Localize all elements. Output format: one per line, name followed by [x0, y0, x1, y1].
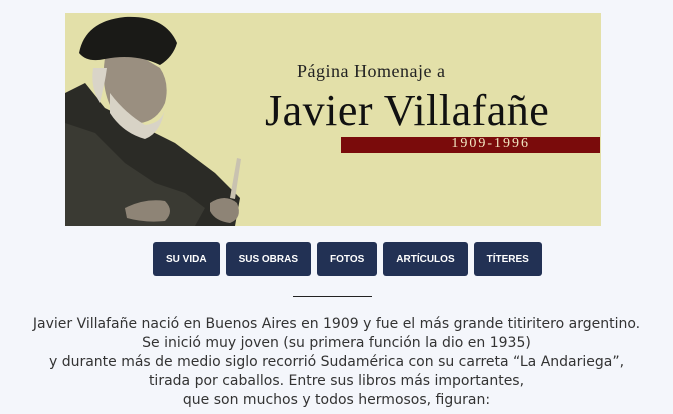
intro-line: Se inició muy joven (su primera función … — [142, 335, 531, 351]
nav-button-fotos[interactable]: FOTOS — [317, 242, 378, 276]
intro-line: y durante más de medio siglo recorrió Su… — [48, 354, 625, 370]
intro-line: que son muchos y todos hermosos, figuran… — [182, 392, 491, 408]
nav-button-titeres[interactable]: TÍTERES — [473, 242, 542, 276]
banner-dates: 1909-1996 — [451, 136, 530, 151]
intro-paragraph: Javier Villafañe nació en Buenos Aires e… — [30, 315, 643, 410]
header-banner: Página Homenaje a Javier Villafañe 1909-… — [65, 13, 601, 226]
intro-line: Javier Villafañe nació en Buenos Aires e… — [32, 316, 641, 332]
main-navigation: SU VIDA SUS OBRAS FOTOS ARTÍCULOS TÍTERE… — [153, 242, 542, 276]
nav-button-articulos[interactable]: ARTÍCULOS — [383, 242, 468, 276]
banner-title: Javier Villafañe — [265, 86, 550, 135]
dates-bar: 1909-1996 — [341, 136, 600, 153]
nav-button-su-vida[interactable]: SU VIDA — [153, 242, 220, 276]
nav-button-sus-obras[interactable]: SUS OBRAS — [225, 242, 312, 276]
banner-subtitle: Página Homenaje a — [297, 61, 446, 81]
section-divider — [293, 296, 372, 297]
intro-line: tirada por caballos. Entre sus libros má… — [148, 373, 525, 389]
